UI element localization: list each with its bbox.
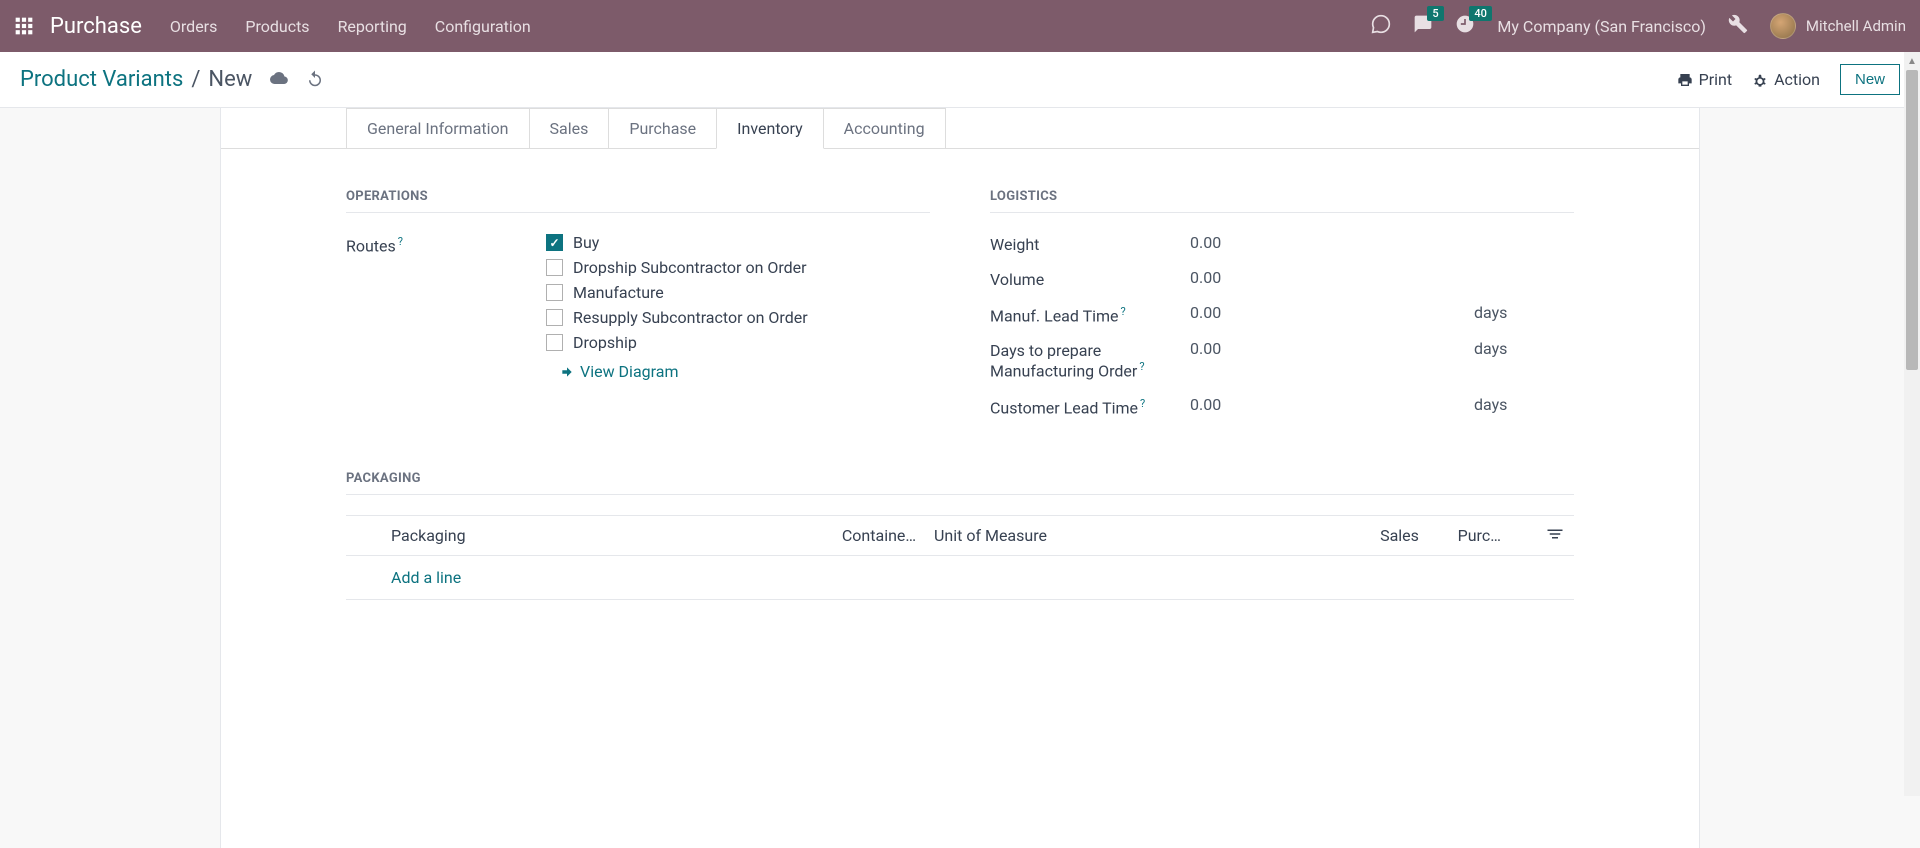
tab-purchase[interactable]: Purchase [608, 108, 717, 149]
activities-badge: 40 [1469, 6, 1492, 21]
tab-sales[interactable]: Sales [529, 108, 610, 149]
print-button[interactable]: Print [1677, 70, 1732, 89]
tab-general-information[interactable]: General Information [346, 108, 530, 149]
logistics-title: LOGISTICS [990, 189, 1574, 213]
packaging-header: Packaging Containe… Unit of Measure Sale… [346, 515, 1574, 556]
customer-lead-value[interactable]: 0.00 [1190, 395, 1474, 414]
app-brand[interactable]: Purchase [50, 14, 142, 39]
route-manufacture[interactable]: Manufacture [546, 283, 808, 302]
manuf-lead-value[interactable]: 0.00 [1190, 303, 1474, 322]
volume-value[interactable]: 0.00 [1190, 268, 1474, 287]
tab-inventory[interactable]: Inventory [716, 108, 824, 149]
cloud-save-icon[interactable] [270, 69, 288, 91]
packaging-title: PACKAGING [346, 471, 1574, 495]
discard-icon[interactable] [306, 69, 324, 91]
scroll-up-icon[interactable]: ▲ [1904, 52, 1920, 70]
manuf-lead-label: Manuf. Lead Time [990, 306, 1119, 325]
messages-icon[interactable]: 5 [1413, 14, 1433, 38]
subheader: Product Variants / New Print Action New [0, 52, 1920, 108]
col-uom[interactable]: Unit of Measure [934, 526, 1380, 545]
add-line-link[interactable]: Add a line [391, 568, 461, 587]
route-dropship-subcontractor[interactable]: Dropship Subcontractor on Order [546, 258, 808, 277]
col-sales[interactable]: Sales [1380, 526, 1458, 545]
weight-value[interactable]: 0.00 [1190, 233, 1474, 252]
apps-icon[interactable] [14, 16, 34, 36]
checkbox-icon[interactable] [546, 259, 563, 276]
routes-list: Buy Dropship Subcontractor on Order Manu… [546, 233, 808, 381]
help-icon[interactable]: ? [1139, 360, 1144, 373]
col-purchase[interactable]: Purc… [1458, 526, 1536, 545]
col-contained[interactable]: Containe… [842, 526, 934, 545]
topbar: Purchase Orders Products Reporting Confi… [0, 0, 1920, 52]
scrollbar[interactable]: ▲ [1904, 52, 1920, 796]
route-resupply-subcontractor[interactable]: Resupply Subcontractor on Order [546, 308, 808, 327]
view-diagram-link[interactable]: View Diagram [560, 362, 808, 381]
checkbox-icon[interactable] [546, 334, 563, 351]
avatar [1770, 13, 1796, 39]
company-selector[interactable]: My Company (San Francisco) [1497, 17, 1706, 36]
operations-section: OPERATIONS Routes? Buy Dropship Subcontr… [346, 189, 930, 431]
volume-label: Volume [990, 270, 1044, 289]
messages-badge: 5 [1427, 6, 1443, 21]
column-options-icon[interactable] [1535, 526, 1574, 545]
breadcrumb: Product Variants / New [20, 67, 252, 92]
nav-reporting[interactable]: Reporting [338, 17, 407, 36]
action-button[interactable]: Action [1752, 70, 1820, 89]
route-buy[interactable]: Buy [546, 233, 808, 252]
route-dropship[interactable]: Dropship [546, 333, 808, 352]
support-icon[interactable] [1371, 14, 1391, 38]
packaging-section: PACKAGING Packaging Containe… Unit of Me… [221, 451, 1699, 620]
activities-icon[interactable]: 40 [1455, 14, 1475, 38]
manuf-lead-unit: days [1474, 303, 1574, 322]
new-button[interactable]: New [1840, 64, 1900, 95]
tools-icon[interactable] [1728, 14, 1748, 38]
tabs: General Information Sales Purchase Inven… [221, 108, 1699, 149]
help-icon[interactable]: ? [398, 235, 403, 248]
user-menu[interactable]: Mitchell Admin [1770, 13, 1906, 39]
nav-menu: Orders Products Reporting Configuration [170, 17, 1372, 36]
routes-label: Routes? [346, 233, 546, 255]
content: General Information Sales Purchase Inven… [220, 108, 1700, 848]
checkbox-icon[interactable] [546, 309, 563, 326]
weight-label: Weight [990, 235, 1039, 254]
customer-lead-label: Customer Lead Time [990, 398, 1138, 417]
nav-configuration[interactable]: Configuration [435, 17, 531, 36]
nav-orders[interactable]: Orders [170, 17, 217, 36]
scroll-thumb[interactable] [1906, 70, 1918, 370]
breadcrumb-current: New [208, 67, 252, 92]
help-icon[interactable]: ? [1121, 305, 1126, 318]
help-icon[interactable]: ? [1140, 397, 1145, 410]
days-prepare-label: Days to prepare Manufacturing Order [990, 341, 1137, 380]
logistics-section: LOGISTICS Weight 0.00 Volume 0.00 Manuf.… [990, 189, 1574, 431]
checkbox-icon[interactable] [546, 284, 563, 301]
nav-products[interactable]: Products [245, 17, 309, 36]
operations-title: OPERATIONS [346, 189, 930, 213]
breadcrumb-root[interactable]: Product Variants [20, 67, 183, 92]
days-prepare-value[interactable]: 0.00 [1190, 339, 1474, 358]
days-prepare-unit: days [1474, 339, 1574, 358]
col-packaging[interactable]: Packaging [346, 526, 842, 545]
checkbox-icon[interactable] [546, 234, 563, 251]
tab-accounting[interactable]: Accounting [823, 108, 946, 149]
topbar-right: 5 40 My Company (San Francisco) Mitchell… [1371, 13, 1906, 39]
breadcrumb-sep: / [191, 67, 200, 92]
user-name: Mitchell Admin [1806, 17, 1906, 35]
customer-lead-unit: days [1474, 395, 1574, 414]
